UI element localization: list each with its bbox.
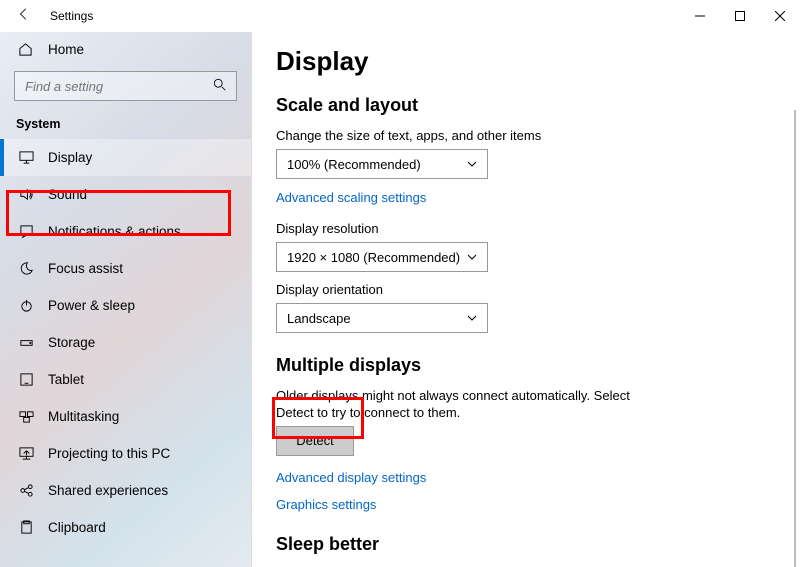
home-label: Home <box>48 42 84 57</box>
back-button[interactable] <box>14 7 34 26</box>
multitask-icon <box>18 409 34 424</box>
storage-icon <box>18 335 34 350</box>
home-nav[interactable]: Home <box>0 32 251 67</box>
sidebar: Home System Display Sound Notifications … <box>0 32 251 567</box>
orientation-label: Display orientation <box>276 282 780 297</box>
home-icon <box>18 42 34 57</box>
advanced-scaling-link[interactable]: Advanced scaling settings <box>276 190 426 205</box>
category-heading: System <box>0 111 251 139</box>
tablet-icon <box>18 372 34 387</box>
nav-notifications[interactable]: Notifications & actions <box>0 213 251 250</box>
chevron-down-icon <box>467 312 477 324</box>
power-icon <box>18 298 34 313</box>
nav-focus-assist[interactable]: Focus assist <box>0 250 251 287</box>
sleep-heading: Sleep better <box>276 534 780 555</box>
window-title: Settings <box>50 9 93 23</box>
project-icon <box>18 446 34 461</box>
monitor-icon <box>18 150 34 165</box>
scale-heading: Scale and layout <box>276 95 780 116</box>
orientation-select[interactable]: Landscape <box>276 303 488 333</box>
nav-shared[interactable]: Shared experiences <box>0 472 251 509</box>
multi-heading: Multiple displays <box>276 355 780 376</box>
scale-size-label: Change the size of text, apps, and other… <box>276 128 780 143</box>
nav-display[interactable]: Display <box>0 139 251 176</box>
clipboard-icon <box>18 520 34 535</box>
resolution-label: Display resolution <box>276 221 780 236</box>
nav-storage[interactable]: Storage <box>0 324 251 361</box>
scrollbar[interactable] <box>794 110 796 567</box>
share-icon <box>18 483 34 498</box>
page-title: Display <box>276 46 780 77</box>
chevron-down-icon <box>467 158 477 170</box>
nav-tablet[interactable]: Tablet <box>0 361 251 398</box>
main-content: Display Scale and layout Change the size… <box>251 32 800 567</box>
nav-clipboard[interactable]: Clipboard <box>0 509 251 546</box>
sound-icon <box>18 187 34 202</box>
advanced-display-link[interactable]: Advanced display settings <box>276 470 780 485</box>
close-button[interactable] <box>760 0 800 32</box>
moon-icon <box>18 261 34 276</box>
graphics-link[interactable]: Graphics settings <box>276 497 780 512</box>
multi-desc: Older displays might not always connect … <box>276 388 646 422</box>
nav-multitasking[interactable]: Multitasking <box>0 398 251 435</box>
maximize-button[interactable] <box>720 0 760 32</box>
search-input[interactable] <box>14 71 237 101</box>
nav-projecting[interactable]: Projecting to this PC <box>0 435 251 472</box>
search-icon <box>213 78 227 97</box>
nav-list: Display Sound Notifications & actions Fo… <box>0 139 251 567</box>
nav-sound[interactable]: Sound <box>0 176 251 213</box>
chevron-down-icon <box>467 251 477 263</box>
minimize-button[interactable] <box>680 0 720 32</box>
notification-icon <box>18 224 34 239</box>
detect-button[interactable]: Detect <box>276 426 354 456</box>
nav-power[interactable]: Power & sleep <box>0 287 251 324</box>
scale-size-select[interactable]: 100% (Recommended) <box>276 149 488 179</box>
resolution-select[interactable]: 1920 × 1080 (Recommended) <box>276 242 488 272</box>
